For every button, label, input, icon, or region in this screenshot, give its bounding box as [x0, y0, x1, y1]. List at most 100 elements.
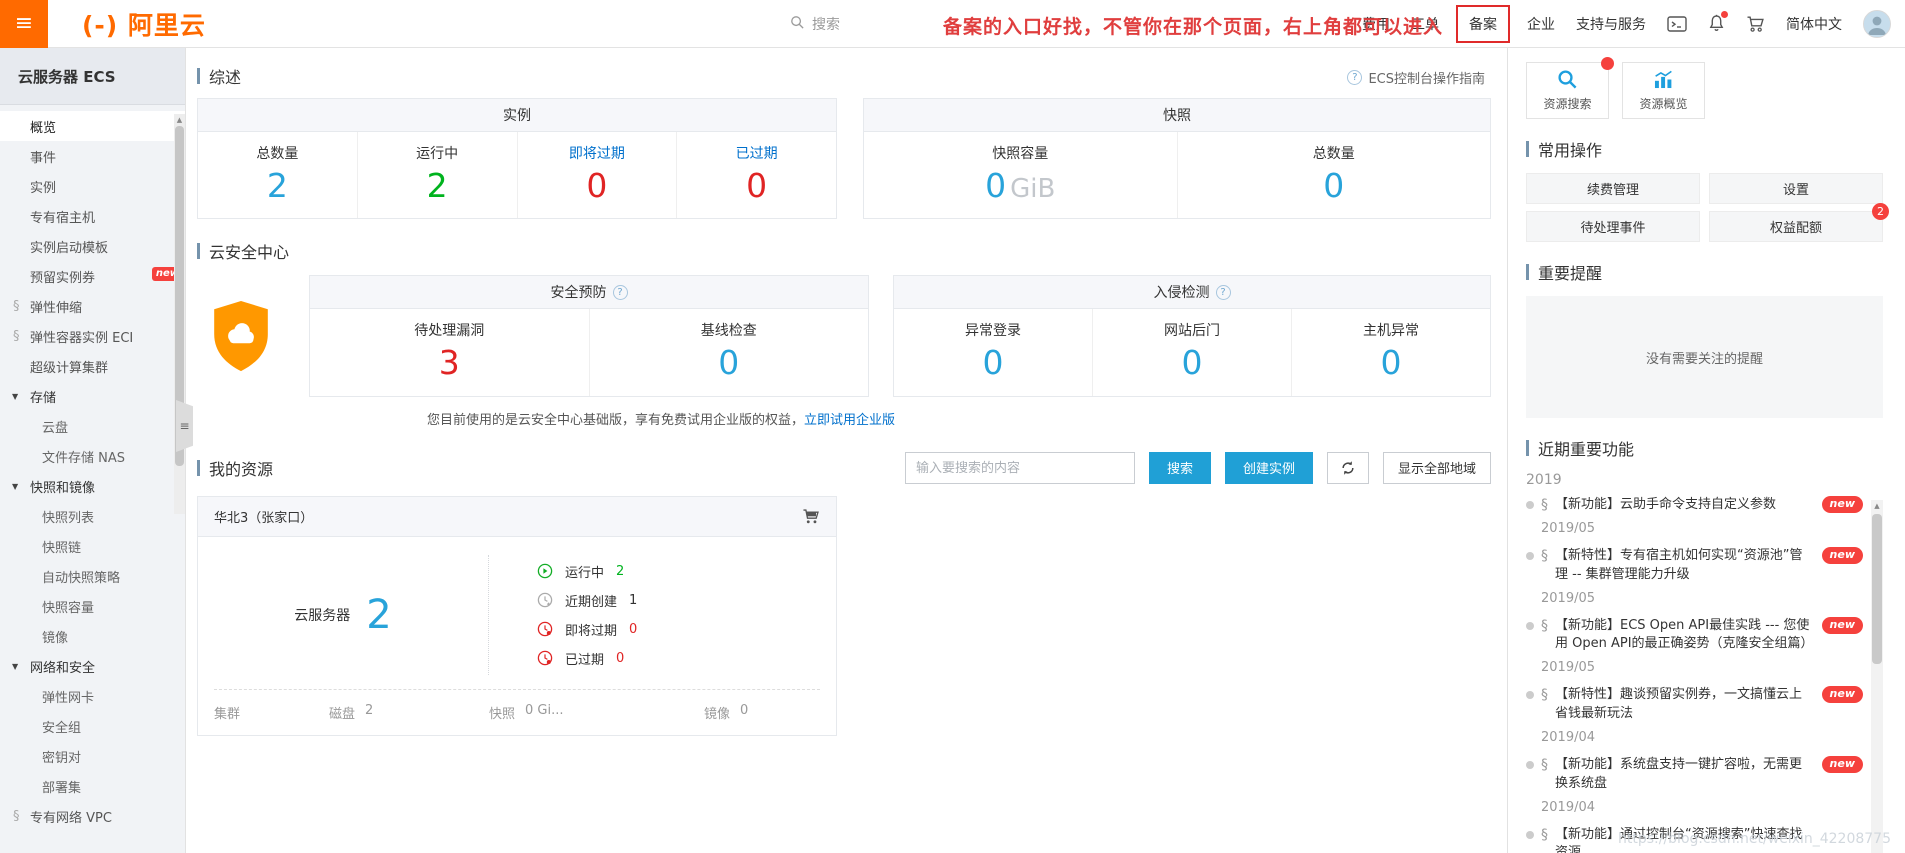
sidebar-item-dedicated-hosts[interactable]: 专有宿主机: [0, 201, 185, 231]
feature-date: 2019/04: [1541, 729, 1596, 745]
sidebar-item-snapshot-list[interactable]: 快照列表: [0, 501, 185, 531]
avatar[interactable]: [1863, 9, 1891, 38]
new-badge: new: [1821, 755, 1863, 773]
sidebar-item-images[interactable]: 镜像: [0, 621, 185, 651]
menu-support[interactable]: 支持与服务: [1576, 14, 1646, 34]
terminal-icon[interactable]: [1667, 15, 1687, 33]
sidebar-group-network-security[interactable]: 网络和安全: [0, 651, 185, 681]
help-circle-icon[interactable]: ?: [1215, 284, 1231, 300]
try-enterprise-link[interactable]: 立即试用企业版: [804, 413, 895, 428]
left-sidebar: 云服务器 ECS 概览 事件 实例 专有宿主机 实例启动模板 预留实例券 new …: [0, 48, 186, 853]
overview-section-title: 综述: [197, 64, 1491, 88]
status-recently-created[interactable]: 近期创建 1: [537, 586, 836, 615]
refresh-button[interactable]: [1326, 451, 1369, 484]
footer-disks[interactable]: 磁盘 2: [329, 703, 489, 722]
sidebar-item-reserved-instances[interactable]: 预留实例券 new: [0, 261, 185, 291]
sidebar-item-auto-scaling[interactable]: 弹性伸缩: [0, 291, 185, 321]
sidebar-item-auto-snapshot-policy[interactable]: 自动快照策略: [0, 561, 185, 591]
feature-date: 2019/05: [1541, 660, 1596, 676]
bullet-dot: [1526, 501, 1534, 509]
security-prevention-panel: 安全预防? 待处理漏洞 3 基线检查 0: [309, 275, 869, 397]
feature-item[interactable]: § 【新功能】ECS Open API最佳实践 --- 您使用 Open API…: [1526, 616, 1863, 655]
buy-cart-icon[interactable]: [802, 508, 820, 525]
footer-images[interactable]: 镜像 0: [704, 703, 820, 722]
search-button[interactable]: 搜索: [1148, 451, 1211, 484]
menu-beian-highlighted[interactable]: 备案: [1456, 4, 1510, 43]
cart-icon[interactable]: [1746, 15, 1765, 33]
feature-date: 2019/04: [1541, 799, 1596, 815]
feature-item[interactable]: § 【新功能】通过控制台“资源搜索”快速查找资源: [1526, 826, 1863, 853]
recent-features-title: 近期重要功能: [1526, 436, 1883, 460]
region-name[interactable]: 华北3（张家口）: [214, 507, 313, 526]
help-circle-icon[interactable]: ?: [612, 284, 628, 300]
stat-snapshot-capacity: 快照容量 0 GiB: [864, 132, 1178, 219]
sidebar-item-snapshot-chain[interactable]: 快照链: [0, 531, 185, 561]
pending-events-button[interactable]: 待处理事件: [1526, 211, 1700, 242]
scrollbar-thumb[interactable]: [1872, 514, 1882, 664]
sidebar-item-nas[interactable]: 文件存储 NAS: [0, 441, 185, 471]
stat-webshells: 网站后门 0: [1093, 309, 1292, 396]
sidebar-item-disks[interactable]: 云盘: [0, 411, 185, 441]
quota-button[interactable]: 权益配额 2: [1709, 203, 1889, 242]
global-search[interactable]: 搜索: [790, 0, 840, 48]
server-label: 云服务器: [294, 607, 351, 624]
resource-search-input[interactable]: [904, 451, 1135, 484]
sidebar-item-super-computing[interactable]: 超级计算集群: [0, 351, 185, 381]
language-switcher[interactable]: 简体中文: [1786, 14, 1842, 34]
main-content: ? ECS控制台操作指南 综述 实例 总数量 2 运行中 2 即将过期 0 已过…: [187, 48, 1507, 853]
intrusion-detection-panel: 入侵检测? 异常登录 0 网站后门 0 主机异常 0: [893, 275, 1491, 397]
region-card: 华北3（张家口） 云服务器 2 运行中 2 近期创建 1 即将过期 0 已过期 …: [197, 495, 837, 736]
create-instance-button[interactable]: 创建实例: [1224, 451, 1313, 484]
scroll-up-arrow[interactable]: ▲: [174, 114, 185, 126]
status-expiring[interactable]: 即将过期 0: [537, 615, 836, 644]
hamburger-menu-button[interactable]: ≡: [0, 0, 48, 48]
sidebar-item-launch-templates[interactable]: 实例启动模板: [0, 231, 185, 261]
sidebar-item-events[interactable]: 事件: [0, 141, 185, 171]
feature-item[interactable]: § 【新功能】系统盘支持一键扩容啦，无需更换系统盘 new: [1526, 755, 1863, 794]
footer-snapshots[interactable]: 快照 0 Gi...: [489, 703, 704, 722]
settings-button[interactable]: 设置: [1709, 173, 1883, 204]
sidebar-item-security-groups[interactable]: 安全组: [0, 711, 185, 741]
sidebar-scrollbar[interactable]: ▲: [174, 114, 185, 514]
menu-enterprise[interactable]: 企业: [1527, 14, 1555, 34]
stat-expired-instances: 已过期 0: [735, 146, 778, 205]
refresh-icon: [1342, 460, 1354, 475]
ecs-guide-link[interactable]: ? ECS控制台操作指南: [1347, 68, 1485, 87]
feature-item[interactable]: § 【新特性】趣谈预留实例券，一文搞懂云上省钱最新玩法 new: [1526, 686, 1863, 724]
sidebar-item-key-pairs[interactable]: 密钥对: [0, 741, 185, 771]
topbar: ≡ (-) 阿里云 搜索 备案的入口好找，不管你在那个页面，右上角都可以进入 费…: [0, 0, 1905, 48]
sidebar-collapse-handle[interactable]: ≡: [176, 400, 193, 452]
sidebar-item-deployment-sets[interactable]: 部署集: [0, 771, 185, 801]
resource-search-tool[interactable]: 资源搜索: [1526, 57, 1614, 119]
region-status-list: 运行中 2 近期创建 1 即将过期 0 已过期 0: [488, 554, 836, 675]
aliyun-logo[interactable]: (-) 阿里云: [82, 6, 206, 42]
sidebar-item-enis[interactable]: 弹性网卡: [0, 681, 185, 711]
play-circle-icon: [537, 563, 553, 579]
status-running[interactable]: 运行中 2: [537, 557, 836, 586]
sidebar-group-storage[interactable]: 存储: [0, 381, 185, 411]
sidebar-item-snapshot-capacity[interactable]: 快照容量: [0, 591, 185, 621]
feature-date: 2019/05: [1541, 520, 1596, 536]
notification-bell-icon[interactable]: [1708, 11, 1728, 33]
topbar-right-menu: 费用 工单 备案 企业 支持与服务 简体中文: [1362, 4, 1905, 43]
status-expired[interactable]: 已过期 0: [537, 644, 836, 673]
show-all-regions-button[interactable]: 显示全部地域: [1382, 451, 1491, 484]
server-count[interactable]: 2: [366, 592, 391, 638]
sidebar-item-vpc[interactable]: 专有网络 VPC: [0, 801, 185, 831]
renewal-management-button[interactable]: 续费管理: [1526, 173, 1700, 204]
footer-clusters[interactable]: 集群: [214, 703, 329, 722]
link-icon: §: [1541, 687, 1548, 704]
resources-toolbar: 搜索 创建实例 显示全部地域: [904, 451, 1491, 484]
feature-item[interactable]: § 【新功能】云助手命令支持自定义参数 new: [1526, 496, 1863, 515]
region-card-footer: 集群 磁盘 2 快照 0 Gi... 镜像 0: [214, 688, 820, 735]
feature-item[interactable]: § 【新特性】专有宿主机如何实现“资源池”管理 -- 集群管理能力升级 new: [1526, 546, 1863, 585]
sidebar-item-instances[interactable]: 实例: [0, 171, 185, 201]
resource-overview-tool[interactable]: 资源概览: [1622, 62, 1705, 119]
sidebar-item-eci[interactable]: 弹性容器实例 ECI: [0, 321, 185, 351]
scroll-up-arrow[interactable]: ▲: [1871, 500, 1883, 513]
new-badge: new: [1821, 616, 1863, 634]
feature-list-scrollbar[interactable]: ▲: [1871, 500, 1883, 853]
sidebar-group-snapshots-images[interactable]: 快照和镜像: [0, 471, 185, 501]
sidebar-item-overview[interactable]: 概览: [0, 111, 185, 141]
reminders-title: 重要提醒: [1526, 260, 1883, 284]
